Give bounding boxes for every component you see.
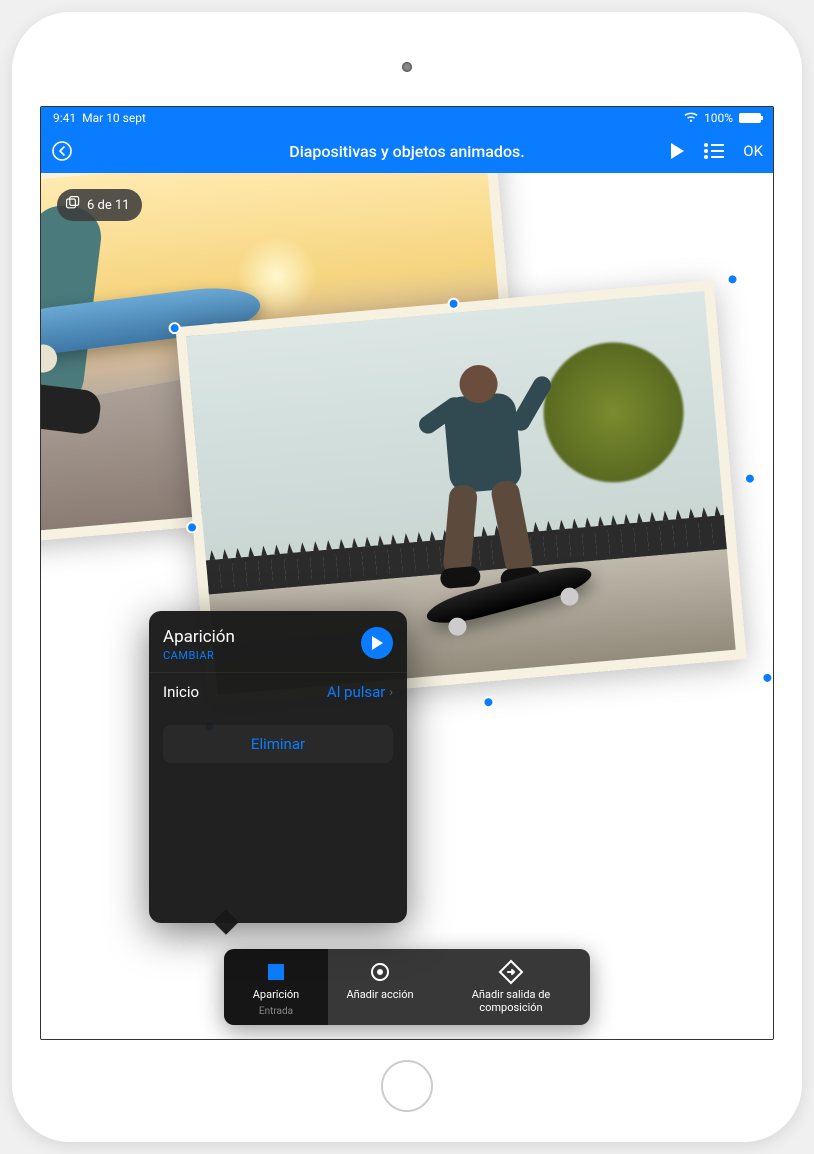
build-order-button[interactable] — [703, 142, 725, 160]
toolbar-build-out[interactable]: Añadir salida de composición — [432, 949, 590, 1025]
resize-handle-bottom-mid[interactable] — [482, 696, 495, 709]
start-value: Al pulsar — [327, 683, 385, 701]
toolbar-build-in[interactable]: Aparición Entrada — [224, 949, 328, 1025]
page-title: Diapositivas y objetos animados. — [161, 142, 653, 161]
resize-handle-top-right[interactable] — [726, 273, 739, 286]
preview-play-button[interactable] — [361, 627, 393, 659]
build-in-icon — [263, 959, 289, 985]
ok-button[interactable]: OK — [743, 142, 763, 160]
status-bar: 9:41 Mar 10 sept 100% — [41, 107, 773, 129]
toolbar-add-action[interactable]: Añadir acción — [328, 949, 432, 1025]
change-effect-button[interactable]: CAMBIAR — [163, 649, 235, 662]
front-camera — [402, 62, 412, 72]
start-row[interactable]: Inicio Al pulsar › — [149, 672, 407, 711]
toolbar-build-in-label: Aparición — [253, 989, 300, 1002]
toolbar-build-in-sub: Entrada — [259, 1006, 293, 1017]
slides-icon — [65, 195, 81, 215]
popover-arrow — [213, 909, 238, 934]
add-action-icon — [367, 959, 393, 985]
play-button[interactable] — [669, 142, 685, 160]
toolbar-build-out-label: Añadir salida de composición — [444, 989, 578, 1014]
resize-handle-mid-right[interactable] — [743, 472, 756, 485]
slide-canvas[interactable]: 6 de 11 — [41, 173, 773, 1039]
status-date: Mar 10 sept — [82, 111, 146, 125]
slide-navigator-button[interactable]: 6 de 11 — [57, 189, 142, 221]
battery-pct: 100% — [704, 111, 733, 125]
screen: 9:41 Mar 10 sept 100% Diapositivas y obj… — [40, 106, 774, 1040]
wifi-icon — [684, 111, 698, 126]
ipad-device-frame: 9:41 Mar 10 sept 100% Diapositivas y obj… — [12, 12, 802, 1142]
build-out-icon — [498, 959, 524, 985]
battery-icon — [739, 113, 761, 123]
home-button[interactable] — [381, 1060, 433, 1112]
back-button[interactable] — [51, 140, 73, 162]
delete-animation-button[interactable]: Eliminar — [163, 725, 393, 763]
toolbar-add-action-label: Añadir acción — [346, 989, 413, 1002]
animation-toolbar: Aparición Entrada Añadir acción Añadir s… — [224, 949, 590, 1025]
popover-title: Aparición — [163, 627, 235, 647]
app-header: Diapositivas y objetos animados. OK — [41, 129, 773, 173]
slide-counter: 6 de 11 — [87, 198, 130, 213]
chevron-right-icon: › — [389, 685, 393, 699]
animation-popover: Aparición CAMBIAR Inicio Al pulsar › Eli… — [149, 611, 407, 923]
start-label: Inicio — [163, 683, 199, 701]
resize-handle-bottom-right[interactable] — [761, 671, 773, 684]
status-time: 9:41 — [53, 111, 76, 125]
